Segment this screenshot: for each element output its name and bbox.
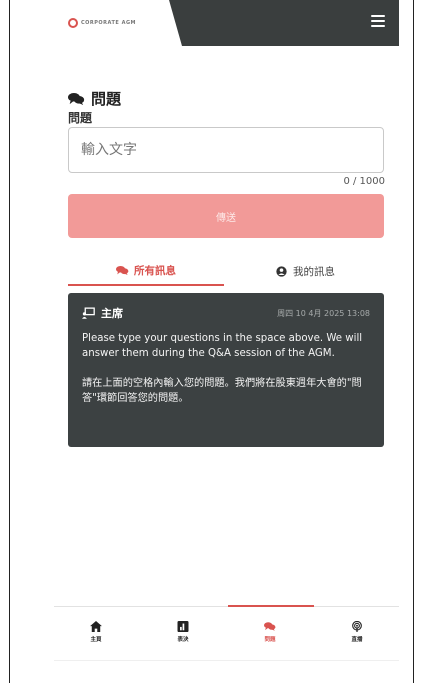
bottom-divider bbox=[54, 660, 399, 661]
nav-active-indicator bbox=[228, 605, 314, 607]
tab-mine-label: 我的訊息 bbox=[293, 265, 335, 278]
message-text-english: Please type your questions in the space … bbox=[82, 333, 363, 359]
tab-all-messages[interactable]: 所有訊息 bbox=[68, 256, 224, 286]
logo-mark-icon bbox=[68, 18, 78, 28]
presenter-icon bbox=[82, 307, 95, 319]
bottom-navigation: 主頁 表決 問題 直播 bbox=[54, 605, 399, 656]
chat-bubbles-icon bbox=[264, 622, 276, 631]
page-border-left bbox=[9, 0, 10, 683]
send-button[interactable]: 傳送 bbox=[68, 194, 384, 238]
page-title: 問題 bbox=[91, 90, 122, 108]
hamburger-menu-icon[interactable] bbox=[371, 15, 385, 27]
nav-vote-label: 表決 bbox=[177, 637, 189, 643]
message-header: 主席 周四 10 4月 2025 13:08 bbox=[82, 305, 370, 321]
app-header: CORPORATE AGM bbox=[54, 0, 399, 46]
character-counter: 0 / 1000 bbox=[343, 176, 385, 187]
message-tabs: 所有訊息 我的訊息 bbox=[68, 256, 384, 286]
message-author: 主席 bbox=[82, 305, 123, 321]
nav-questions[interactable]: 問題 bbox=[240, 621, 300, 643]
message-card: 主席 周四 10 4月 2025 13:08 Please type your … bbox=[68, 293, 384, 447]
nav-broadcast[interactable]: 直播 bbox=[327, 621, 387, 643]
page-title-row: 問題 bbox=[68, 88, 121, 109]
app-screen: CORPORATE AGM 問題 問題 0 / 1000 傳送 所有訊息 bbox=[54, 0, 399, 666]
chat-bubbles-icon bbox=[68, 92, 85, 105]
message-timestamp: 周四 10 4月 2025 13:08 bbox=[277, 308, 370, 318]
nav-home-label: 主頁 bbox=[90, 637, 102, 643]
nav-broadcast-label: 直播 bbox=[351, 637, 363, 643]
message-body: Please type your questions in the space … bbox=[82, 331, 370, 406]
vote-icon bbox=[177, 621, 189, 632]
chat-bubbles-icon bbox=[116, 265, 129, 275]
company-logo: CORPORATE AGM bbox=[68, 17, 136, 29]
broadcast-icon bbox=[352, 621, 362, 632]
message-text-chinese: 請在上面的空格內輸入您的問題。我們將在股東週年大會的"問答"環節回答您的問題。 bbox=[82, 378, 362, 404]
nav-home[interactable]: 主頁 bbox=[66, 621, 126, 643]
tab-all-label: 所有訊息 bbox=[134, 264, 176, 277]
tab-my-messages[interactable]: 我的訊息 bbox=[226, 256, 384, 286]
question-label: 問題 bbox=[68, 111, 93, 125]
home-icon bbox=[90, 621, 102, 632]
user-circle-icon bbox=[276, 265, 287, 277]
message-author-name: 主席 bbox=[101, 307, 123, 320]
page-border-right bbox=[413, 0, 414, 683]
nav-vote[interactable]: 表決 bbox=[153, 621, 213, 643]
nav-questions-label: 問題 bbox=[264, 637, 276, 643]
logo-text: CORPORATE AGM bbox=[81, 20, 137, 26]
question-input[interactable] bbox=[68, 127, 384, 173]
